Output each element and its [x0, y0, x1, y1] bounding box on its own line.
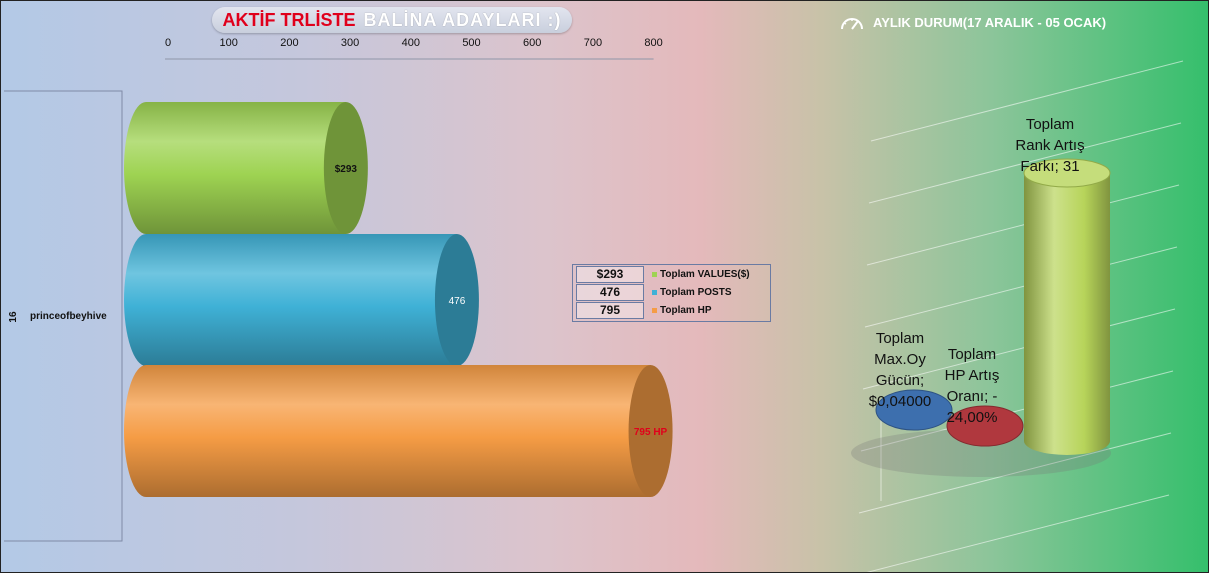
grid-line: [866, 184, 1180, 266]
bar-values: [124, 102, 346, 234]
x-tick-label: 700: [584, 37, 602, 49]
legend-item-values: $293 Toplam VALUES($): [573, 265, 750, 283]
category-rank-label: 16: [8, 311, 19, 323]
legend-item-hp: 795 Toplam HP: [573, 301, 712, 319]
legend-swatch-hp: [652, 307, 657, 313]
data-label: $293: [335, 164, 358, 175]
chart-canvas: AKTİF TRLİSTE BALİNA ADAYLARI :) AYLIK D…: [0, 0, 1209, 573]
x-tick-label: 800: [644, 37, 662, 49]
bar-posts: [124, 234, 457, 366]
legend-value-posts: 476: [576, 283, 644, 301]
data-label: 795 HP: [634, 427, 668, 438]
data-label: Toplam Max.Oy Gücün; $0,04000: [869, 330, 932, 410]
legend-swatch-posts: [652, 289, 657, 295]
legend: $293 Toplam VALUES($) 476 Toplam POSTS 7…: [572, 264, 771, 322]
legend-label-hp: Toplam HP: [660, 304, 712, 316]
data-label: Toplam HP Artış Oranı; -24,00%: [945, 346, 1000, 426]
x-tick-label: 500: [462, 37, 480, 49]
x-tick-label: 600: [523, 37, 541, 49]
x-tick-label: 300: [341, 37, 359, 49]
data-label: 476: [449, 296, 466, 307]
x-tick-label: 200: [280, 37, 298, 49]
bar-rank: [1024, 173, 1110, 455]
legend-label-values: Toplam VALUES($): [660, 268, 750, 280]
grid-line: [866, 494, 1170, 572]
x-tick-label: 100: [220, 37, 238, 49]
legend-value-values: $293: [576, 265, 644, 283]
bar-hp: [124, 365, 651, 497]
category-label: princeofbeyhive: [30, 311, 107, 322]
grid-line: [864, 246, 1178, 328]
legend-value-hp: 795: [576, 301, 644, 319]
right-3d-chart: Toplam Max.Oy Gücün; $0,04000Toplam HP Artış…: [851, 60, 1184, 572]
legend-label-posts: Toplam POSTS: [660, 286, 732, 298]
data-label: Toplam Rank Artış Farkı; 31: [1015, 116, 1084, 175]
speedometer-icon: [841, 18, 863, 30]
legend-item-posts: 476 Toplam POSTS: [573, 283, 732, 301]
status-title: AYLIK DURUM(17 ARALIK - 05 OCAK): [839, 13, 1106, 31]
status-title-text: AYLIK DURUM(17 ARALIK - 05 OCAK): [873, 14, 1107, 30]
x-tick-label: 400: [402, 37, 420, 49]
legend-swatch-values: [652, 271, 657, 277]
x-tick-label: 0: [165, 37, 171, 49]
